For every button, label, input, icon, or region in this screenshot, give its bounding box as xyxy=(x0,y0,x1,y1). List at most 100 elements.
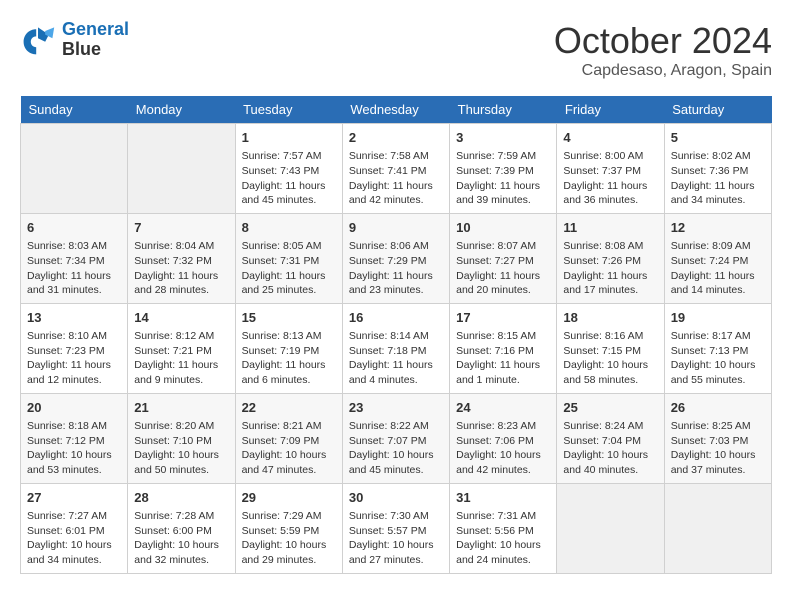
cell-content: Sunrise: 7:58 AM Sunset: 7:41 PM Dayligh… xyxy=(349,149,443,208)
cell-content: Sunrise: 8:18 AM Sunset: 7:12 PM Dayligh… xyxy=(27,419,121,478)
month-title: October 2024 xyxy=(554,20,772,62)
day-number: 26 xyxy=(671,399,765,417)
day-number: 25 xyxy=(563,399,657,417)
cell-content: Sunrise: 8:15 AM Sunset: 7:16 PM Dayligh… xyxy=(456,329,550,388)
calendar-body: 1Sunrise: 7:57 AM Sunset: 7:43 PM Daylig… xyxy=(21,124,772,574)
calendar-cell: 15Sunrise: 8:13 AM Sunset: 7:19 PM Dayli… xyxy=(235,303,342,393)
day-number: 21 xyxy=(134,399,228,417)
cell-content: Sunrise: 8:02 AM Sunset: 7:36 PM Dayligh… xyxy=(671,149,765,208)
calendar-cell: 20 Sunrise: 8:18 AM Sunset: 7:12 PM Dayli… xyxy=(21,393,128,483)
calendar-cell: 9 Sunrise: 8:06 AM Sunset: 7:29 PM Daylig… xyxy=(342,213,449,303)
col-friday: Friday xyxy=(557,96,664,124)
cell-content: Sunrise: 8:04 AM Sunset: 7:32 PM Dayligh… xyxy=(134,239,228,298)
calendar-cell: 12 Sunrise: 8:09 AM Sunset: 7:24 PM Dayli… xyxy=(664,213,771,303)
cell-content: Sunrise: 7:29 AM Sunset: 5:59 PM Dayligh… xyxy=(242,509,336,568)
calendar-cell: 5Sunrise: 8:02 AM Sunset: 7:36 PM Daylig… xyxy=(664,124,771,214)
day-number: 10 xyxy=(456,219,550,237)
day-number: 29 xyxy=(242,489,336,507)
calendar-cell: 17 Sunrise: 8:15 AM Sunset: 7:16 PM Dayli… xyxy=(450,303,557,393)
day-number: 9 xyxy=(349,219,443,237)
calendar-cell xyxy=(557,483,664,573)
calendar-cell: 19 Sunrise: 8:17 AM Sunset: 7:13 PM Dayli… xyxy=(664,303,771,393)
cell-content: Sunrise: 7:31 AM Sunset: 5:56 PM Dayligh… xyxy=(456,509,550,568)
day-number: 20 xyxy=(27,399,121,417)
calendar-cell: 22Sunrise: 8:21 AM Sunset: 7:09 PM Dayli… xyxy=(235,393,342,483)
week-row-5: 27 Sunrise: 7:27 AM Sunset: 6:01 PM Dayli… xyxy=(21,483,772,573)
calendar-cell: 26 Sunrise: 8:25 AM Sunset: 7:03 PM Dayli… xyxy=(664,393,771,483)
calendar-cell: 30 Sunrise: 7:30 AM Sunset: 5:57 PM Dayli… xyxy=(342,483,449,573)
day-number: 3 xyxy=(456,129,550,147)
cell-content: Sunrise: 8:25 AM Sunset: 7:03 PM Dayligh… xyxy=(671,419,765,478)
calendar-cell: 2 Sunrise: 7:58 AM Sunset: 7:41 PM Daylig… xyxy=(342,124,449,214)
calendar-cell: 18Sunrise: 8:16 AM Sunset: 7:15 PM Dayli… xyxy=(557,303,664,393)
cell-content: Sunrise: 7:27 AM Sunset: 6:01 PM Dayligh… xyxy=(27,509,121,568)
cell-content: Sunrise: 8:23 AM Sunset: 7:06 PM Dayligh… xyxy=(456,419,550,478)
calendar-cell: 11Sunrise: 8:08 AM Sunset: 7:26 PM Dayli… xyxy=(557,213,664,303)
location: Capdesaso, Aragon, Spain xyxy=(554,62,772,80)
day-number: 12 xyxy=(671,219,765,237)
col-thursday: Thursday xyxy=(450,96,557,124)
day-number: 17 xyxy=(456,309,550,327)
calendar-cell: 21 Sunrise: 8:20 AM Sunset: 7:10 PM Dayli… xyxy=(128,393,235,483)
calendar-cell: 6 Sunrise: 8:03 AM Sunset: 7:34 PM Daylig… xyxy=(21,213,128,303)
day-number: 2 xyxy=(349,129,443,147)
calendar-cell: 23 Sunrise: 8:22 AM Sunset: 7:07 PM Dayli… xyxy=(342,393,449,483)
col-tuesday: Tuesday xyxy=(235,96,342,124)
day-number: 6 xyxy=(27,219,121,237)
cell-content: Sunrise: 8:17 AM Sunset: 7:13 PM Dayligh… xyxy=(671,329,765,388)
col-monday: Monday xyxy=(128,96,235,124)
calendar-table: Sunday Monday Tuesday Wednesday Thursday… xyxy=(20,96,772,574)
cell-content: Sunrise: 8:07 AM Sunset: 7:27 PM Dayligh… xyxy=(456,239,550,298)
calendar-cell: 3Sunrise: 7:59 AM Sunset: 7:39 PM Daylig… xyxy=(450,124,557,214)
week-row-1: 1Sunrise: 7:57 AM Sunset: 7:43 PM Daylig… xyxy=(21,124,772,214)
col-wednesday: Wednesday xyxy=(342,96,449,124)
cell-content: Sunrise: 8:16 AM Sunset: 7:15 PM Dayligh… xyxy=(563,329,657,388)
calendar-cell xyxy=(664,483,771,573)
cell-content: Sunrise: 8:22 AM Sunset: 7:07 PM Dayligh… xyxy=(349,419,443,478)
week-row-3: 13Sunrise: 8:10 AM Sunset: 7:23 PM Dayli… xyxy=(21,303,772,393)
week-row-2: 6 Sunrise: 8:03 AM Sunset: 7:34 PM Daylig… xyxy=(21,213,772,303)
cell-content: Sunrise: 8:09 AM Sunset: 7:24 PM Dayligh… xyxy=(671,239,765,298)
calendar-cell: 31 Sunrise: 7:31 AM Sunset: 5:56 PM Dayli… xyxy=(450,483,557,573)
calendar-cell: 7 Sunrise: 8:04 AM Sunset: 7:32 PM Daylig… xyxy=(128,213,235,303)
day-number: 13 xyxy=(27,309,121,327)
calendar-cell: 14Sunrise: 8:12 AM Sunset: 7:21 PM Dayli… xyxy=(128,303,235,393)
logo: General Blue xyxy=(20,20,129,60)
day-number: 30 xyxy=(349,489,443,507)
cell-content: Sunrise: 8:03 AM Sunset: 7:34 PM Dayligh… xyxy=(27,239,121,298)
cell-content: Sunrise: 8:13 AM Sunset: 7:19 PM Dayligh… xyxy=(242,329,336,388)
calendar-cell: 1Sunrise: 7:57 AM Sunset: 7:43 PM Daylig… xyxy=(235,124,342,214)
cell-content: Sunrise: 8:05 AM Sunset: 7:31 PM Dayligh… xyxy=(242,239,336,298)
cell-content: Sunrise: 8:20 AM Sunset: 7:10 PM Dayligh… xyxy=(134,419,228,478)
cell-content: Sunrise: 7:30 AM Sunset: 5:57 PM Dayligh… xyxy=(349,509,443,568)
day-number: 31 xyxy=(456,489,550,507)
calendar-cell: 4Sunrise: 8:00 AM Sunset: 7:37 PM Daylig… xyxy=(557,124,664,214)
day-number: 16 xyxy=(349,309,443,327)
day-number: 28 xyxy=(134,489,228,507)
page-header: General Blue October 2024 Capdesaso, Ara… xyxy=(20,20,772,80)
calendar-cell: 25Sunrise: 8:24 AM Sunset: 7:04 PM Dayli… xyxy=(557,393,664,483)
cell-content: Sunrise: 8:00 AM Sunset: 7:37 PM Dayligh… xyxy=(563,149,657,208)
day-number: 22 xyxy=(242,399,336,417)
day-number: 27 xyxy=(27,489,121,507)
calendar-cell: 28 Sunrise: 7:28 AM Sunset: 6:00 PM Dayli… xyxy=(128,483,235,573)
cell-content: Sunrise: 8:06 AM Sunset: 7:29 PM Dayligh… xyxy=(349,239,443,298)
logo-icon xyxy=(20,22,56,58)
calendar-cell: 16 Sunrise: 8:14 AM Sunset: 7:18 PM Dayli… xyxy=(342,303,449,393)
day-number: 8 xyxy=(242,219,336,237)
day-number: 23 xyxy=(349,399,443,417)
week-row-4: 20 Sunrise: 8:18 AM Sunset: 7:12 PM Dayli… xyxy=(21,393,772,483)
cell-content: Sunrise: 7:28 AM Sunset: 6:00 PM Dayligh… xyxy=(134,509,228,568)
header-row: Sunday Monday Tuesday Wednesday Thursday… xyxy=(21,96,772,124)
calendar-cell: 10 Sunrise: 8:07 AM Sunset: 7:27 PM Dayli… xyxy=(450,213,557,303)
calendar-cell: 8 Sunrise: 8:05 AM Sunset: 7:31 PM Daylig… xyxy=(235,213,342,303)
calendar-header: Sunday Monday Tuesday Wednesday Thursday… xyxy=(21,96,772,124)
col-sunday: Sunday xyxy=(21,96,128,124)
cell-content: Sunrise: 7:57 AM Sunset: 7:43 PM Dayligh… xyxy=(242,149,336,208)
logo-text: General Blue xyxy=(62,20,129,60)
day-number: 7 xyxy=(134,219,228,237)
day-number: 14 xyxy=(134,309,228,327)
col-saturday: Saturday xyxy=(664,96,771,124)
cell-content: Sunrise: 8:14 AM Sunset: 7:18 PM Dayligh… xyxy=(349,329,443,388)
day-number: 19 xyxy=(671,309,765,327)
